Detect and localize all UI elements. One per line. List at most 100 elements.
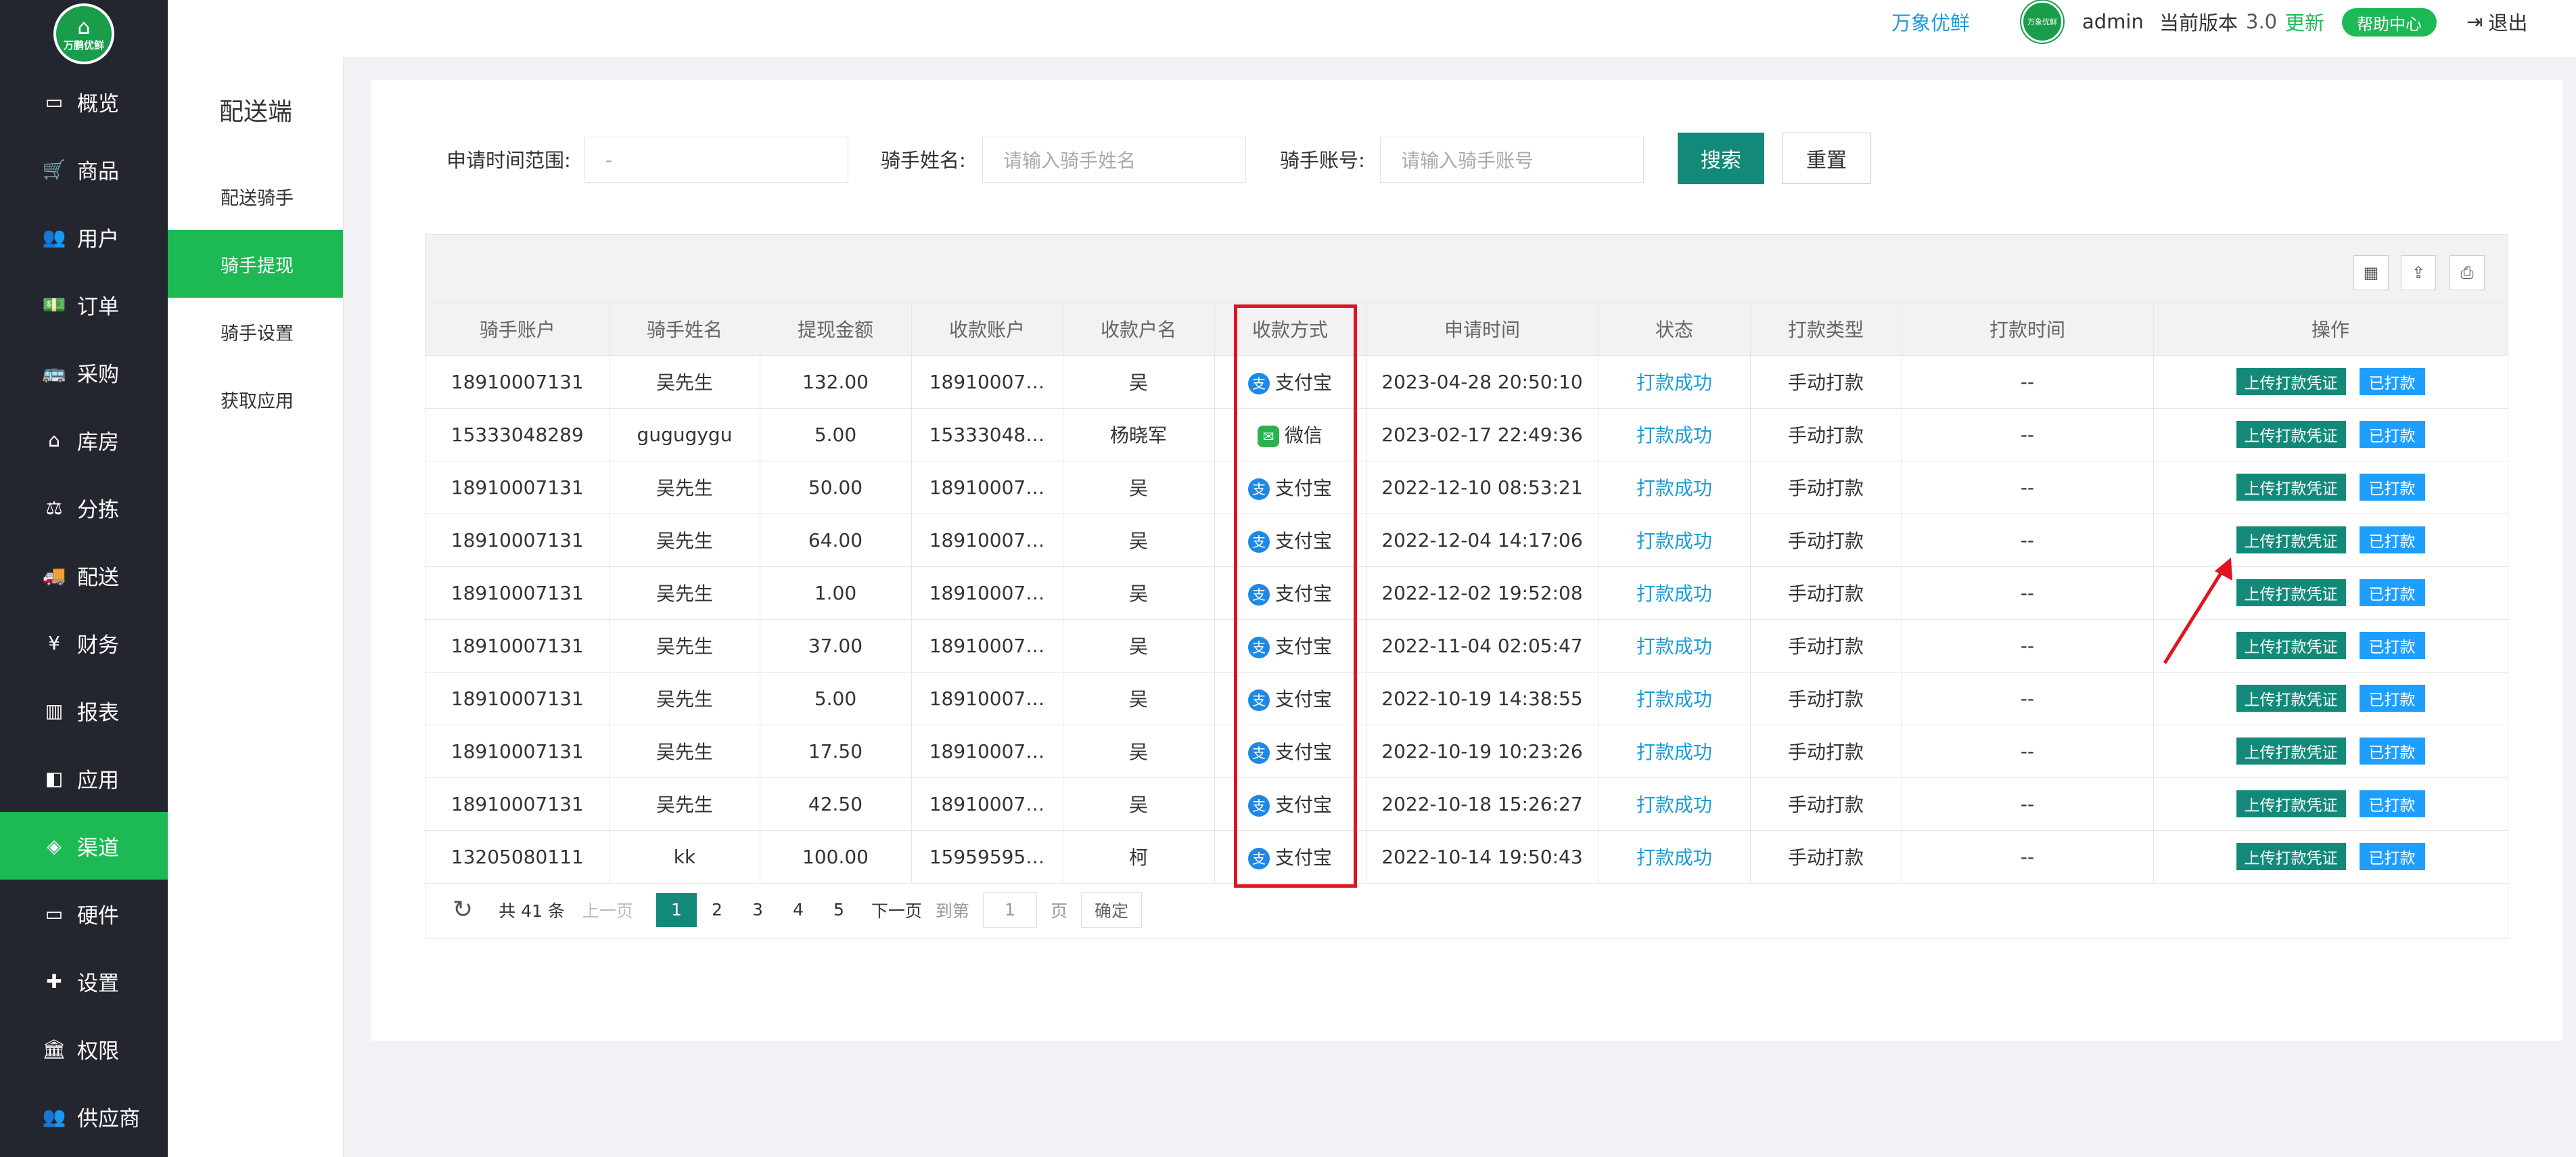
sidebar-item-4[interactable]: 🚌 采购 [0, 338, 168, 406]
row-actions: 上传打款凭证 已打款 [2159, 738, 2502, 765]
status-link[interactable]: 打款成功 [1598, 619, 1751, 673]
paid-button[interactable]: 已打款 [2359, 474, 2425, 501]
column-header[interactable]: 状态 [1598, 302, 1751, 356]
page-number-button[interactable]: 1 [656, 892, 697, 927]
time-range-input[interactable]: - [584, 137, 848, 183]
upload-voucher-button[interactable]: 上传打款凭证 [2236, 474, 2346, 501]
refresh-icon[interactable]: ↻ [453, 896, 473, 924]
sidebar-item-7[interactable]: 🚚 配送 [0, 541, 168, 609]
goto-page-input[interactable]: 1 [982, 892, 1037, 928]
column-header[interactable]: 提现金额 [760, 302, 912, 356]
sidebar-item-5[interactable]: ⌂ 库房 [0, 406, 168, 474]
sidebar-item-11[interactable]: ◈ 渠道 [0, 812, 168, 880]
rider-account-input[interactable]: 请输入骑手账号 [1380, 137, 1644, 183]
version-label: 当前版本 [2159, 12, 2238, 35]
table-cell: 18910007131 [426, 566, 610, 620]
paid-button[interactable]: 已打款 [2359, 368, 2425, 395]
subnav-item-2[interactable]: 骑手设置 [168, 298, 343, 365]
paid-button[interactable]: 已打款 [2359, 738, 2425, 765]
sidebar-item-3[interactable]: 💵 订单 [0, 271, 168, 338]
status-link[interactable]: 打款成功 [1598, 514, 1751, 567]
page-number-button[interactable]: 4 [778, 893, 819, 927]
paid-button[interactable]: 已打款 [2359, 632, 2425, 659]
reset-button[interactable]: 重置 [1782, 133, 1871, 184]
sidebar-item-6[interactable]: ⚖ 分拣 [0, 474, 168, 541]
paid-button[interactable]: 已打款 [2359, 579, 2425, 606]
upload-voucher-button[interactable]: 上传打款凭证 [2236, 421, 2346, 448]
rider-name-input[interactable]: 请输入骑手姓名 [982, 137, 1246, 183]
search-button[interactable]: 搜索 [1678, 133, 1764, 184]
column-header[interactable]: 操作 [2153, 302, 2508, 356]
upload-voucher-button[interactable]: 上传打款凭证 [2236, 579, 2346, 606]
column-header[interactable]: 申请时间 [1366, 302, 1599, 356]
status-link[interactable]: 打款成功 [1598, 566, 1751, 620]
table-cell: 2022-12-04 14:17:06 [1366, 514, 1599, 567]
table-cell: 5.00 [760, 408, 912, 461]
page-number-button[interactable]: 2 [697, 893, 737, 927]
sidebar-item-14[interactable]: 🏛 权限 [0, 1015, 168, 1083]
table-cell: 15959595… [911, 830, 1063, 884]
goto-confirm-button[interactable]: 确定 [1080, 892, 1142, 928]
upload-voucher-button[interactable]: 上传打款凭证 [2236, 843, 2346, 870]
columns-filter-icon[interactable]: ▦ [2353, 255, 2389, 290]
status-link[interactable]: 打款成功 [1598, 355, 1751, 409]
sidebar-item-12[interactable]: ▭ 硬件 [0, 880, 168, 947]
column-header[interactable]: 收款账户 [911, 302, 1063, 356]
upload-voucher-button[interactable]: 上传打款凭证 [2236, 632, 2346, 659]
sidebar-item-15[interactable]: 👥 供应商 [0, 1083, 168, 1150]
upload-voucher-button[interactable]: 上传打款凭证 [2236, 685, 2346, 712]
column-header[interactable]: 收款户名 [1063, 302, 1215, 356]
logout-button[interactable]: ⇥ 退出 [2466, 0, 2527, 43]
status-link[interactable]: 打款成功 [1598, 777, 1751, 831]
column-header[interactable]: 打款时间 [1902, 302, 2154, 356]
upload-voucher-button[interactable]: 上传打款凭证 [2236, 790, 2346, 817]
sidebar-item-label: 应用 [77, 768, 119, 793]
top-header: 万象优鲜 万象优鲜 admin 当前版本 3.0 更新 帮助中心 ⇥ 退出 [168, 0, 2576, 57]
update-link[interactable]: 更新 [2285, 0, 2324, 43]
upload-voucher-button[interactable]: 上传打款凭证 [2236, 368, 2346, 395]
subnav-item-3[interactable]: 获取应用 [168, 365, 343, 433]
status-link[interactable]: 打款成功 [1598, 830, 1751, 884]
table-cell: 18910007131 [426, 725, 610, 778]
upload-voucher-button[interactable]: 上传打款凭证 [2236, 738, 2346, 765]
help-center-button[interactable]: 帮助中心 [2342, 8, 2437, 37]
sidebar-item-label: 设置 [77, 971, 119, 996]
paid-button[interactable]: 已打款 [2359, 421, 2425, 448]
subnav-item-0[interactable]: 配送骑手 [168, 162, 343, 230]
status-link[interactable]: 打款成功 [1598, 672, 1751, 725]
print-icon[interactable]: ⎙ [2450, 255, 2485, 290]
column-header[interactable]: 骑手姓名 [610, 302, 760, 356]
paid-button[interactable]: 已打款 [2359, 526, 2425, 553]
sidebar-item-10[interactable]: ◧ 应用 [0, 744, 168, 812]
sidebar-item-2[interactable]: 👥 用户 [0, 203, 168, 271]
username[interactable]: admin [2082, 0, 2144, 43]
table-cell: 17.50 [760, 725, 912, 778]
column-header[interactable]: 骑手账户 [426, 302, 610, 356]
paid-button[interactable]: 已打款 [2359, 843, 2425, 870]
next-page-button[interactable]: 下一页 [871, 898, 922, 922]
column-header[interactable]: 打款类型 [1750, 302, 1902, 356]
table-cell: 手动打款 [1750, 777, 1902, 831]
balance-icon: ⚖ [45, 496, 63, 519]
page-number-button[interactable]: 5 [819, 893, 859, 927]
upload-voucher-button[interactable]: 上传打款凭证 [2236, 526, 2346, 553]
sidebar-item-1[interactable]: 🛒 商品 [0, 135, 168, 203]
sidebar-item-8[interactable]: ¥ 财务 [0, 609, 168, 677]
avatar[interactable]: 万象优鲜 [2021, 1, 2063, 43]
brand-name-link[interactable]: 万象优鲜 [1891, 0, 1970, 43]
ops-cell: 上传打款凭证 已打款 [2153, 461, 2508, 514]
sidebar-item-13[interactable]: ✚ 设置 [0, 947, 168, 1015]
paid-button[interactable]: 已打款 [2359, 790, 2425, 817]
prev-page-button[interactable]: 上一页 [582, 898, 633, 922]
page-numbers: 12345 [656, 892, 859, 927]
status-link[interactable]: 打款成功 [1598, 408, 1751, 461]
page-number-button[interactable]: 3 [737, 893, 778, 927]
sidebar-item-0[interactable]: ▭ 概览 [0, 68, 168, 135]
export-icon[interactable]: ⇪ [2401, 255, 2436, 290]
status-link[interactable]: 打款成功 [1598, 725, 1751, 778]
logo[interactable]: ⌂ 万鹏优鲜 [0, 0, 168, 68]
paid-button[interactable]: 已打款 [2359, 685, 2425, 712]
sidebar-item-9[interactable]: ▥ 报表 [0, 677, 168, 744]
subnav-item-1[interactable]: 骑手提现 [168, 230, 343, 298]
status-link[interactable]: 打款成功 [1598, 461, 1751, 514]
